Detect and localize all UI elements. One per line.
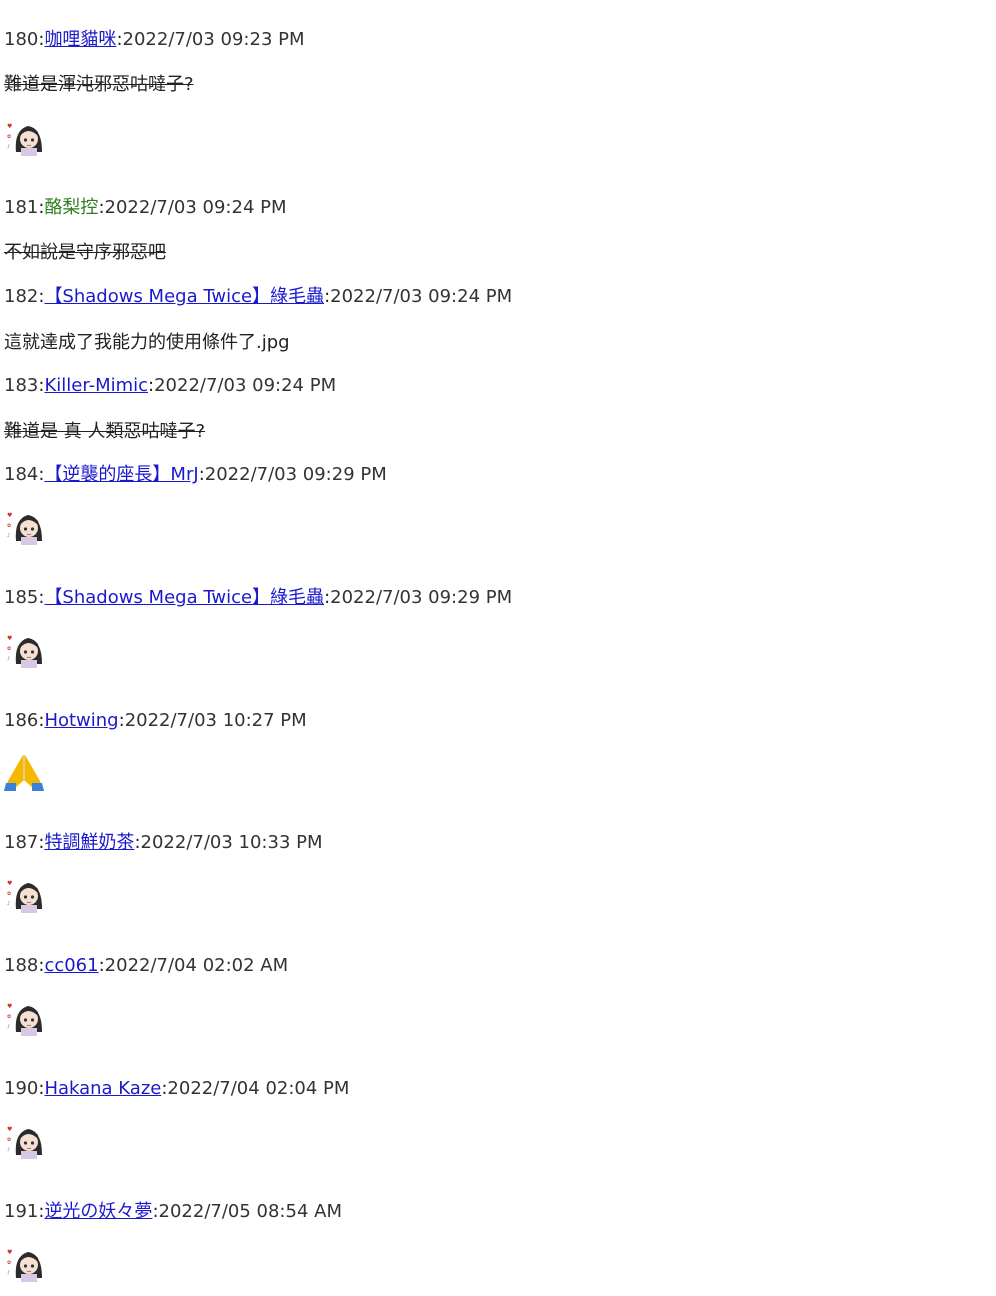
svg-text:♥: ♥ <box>7 512 12 519</box>
post-date: 2022/7/05 08:54 AM <box>158 1201 342 1222</box>
post-188: 188:cc061:2022/7/04 02:02 AM ♥ ✿ ♪ <box>4 954 984 1036</box>
author-link[interactable]: Hotwing <box>44 710 118 731</box>
post-180: 180:咖哩貓咪:2022/7/03 09:23 PM 難道是渾沌邪惡咕噠子? … <box>4 28 984 156</box>
post-number: 191 <box>4 1201 39 1222</box>
svg-text:✿: ✿ <box>7 891 11 897</box>
post-header: 188:cc061:2022/7/04 02:02 AM <box>4 955 289 976</box>
post-date: 2022/7/03 09:24 PM <box>154 375 337 396</box>
svg-text:♥: ♥ <box>7 635 12 642</box>
post-number: 184 <box>4 464 39 485</box>
post-190: 190:Hakana Kaze:2022/7/04 02:04 PM ♥ ✿ ♪ <box>4 1077 984 1159</box>
svg-text:✿: ✿ <box>7 523 11 529</box>
post-text: 這就達成了我能力的使用條件了.jpg <box>4 332 290 353</box>
post-date: 2022/7/04 02:04 PM <box>167 1078 350 1099</box>
post-number: 188 <box>4 955 39 976</box>
post-number: 180 <box>4 29 39 50</box>
post-header: 184:【逆襲的座長】MrJ:2022/7/03 09:29 PM <box>4 464 387 485</box>
svg-text:♪: ♪ <box>7 144 10 150</box>
svg-text:♥: ♥ <box>7 1126 12 1133</box>
svg-text:♥: ♥ <box>7 1003 12 1010</box>
post-number: 183 <box>4 375 39 396</box>
author-link[interactable]: Killer-Mimic <box>44 375 148 396</box>
anime-girl-sticker-icon: ♥ ✿ ♪ <box>7 635 42 668</box>
post-header: 180:咖哩貓咪:2022/7/03 09:23 PM <box>4 29 305 50</box>
author-link[interactable]: 逆光の妖々夢 <box>44 1201 152 1222</box>
author-link[interactable]: 【逆襲的座長】MrJ <box>44 464 198 485</box>
post-date: 2022/7/03 09:29 PM <box>204 464 387 485</box>
post-date: 2022/7/03 10:27 PM <box>124 710 307 731</box>
svg-text:♪: ♪ <box>7 533 10 539</box>
author-link[interactable]: 咖哩貓咪 <box>44 29 116 50</box>
post-header: 185:【Shadows Mega Twice】綠毛蟲:2022/7/03 09… <box>4 587 513 608</box>
svg-text:♪: ♪ <box>7 901 10 907</box>
post-date: 2022/7/03 09:24 PM <box>104 197 287 218</box>
post-185: 185:【Shadows Mega Twice】綠毛蟲:2022/7/03 09… <box>4 586 984 668</box>
svg-text:♪: ♪ <box>7 1024 10 1030</box>
post-number: 187 <box>4 832 39 853</box>
post-header: 183:Killer-Mimic:2022/7/03 09:24 PM <box>4 375 337 396</box>
post-182: 182:【Shadows Mega Twice】綠毛蟲:2022/7/03 09… <box>4 285 984 353</box>
post-184: 184:【逆襲的座長】MrJ:2022/7/03 09:29 PM ♥ ✿ ♪ <box>4 463 984 545</box>
post-date: 2022/7/04 02:02 AM <box>104 955 289 976</box>
svg-text:♥: ♥ <box>7 880 12 887</box>
svg-text:♥: ♥ <box>7 1249 12 1256</box>
post-date: 2022/7/03 10:33 PM <box>140 832 323 853</box>
anime-girl-sticker-icon: ♥ ✿ ♪ <box>7 880 42 913</box>
svg-text:♪: ♪ <box>7 656 10 662</box>
post-181: 181:酪梨控:2022/7/03 09:24 PM 不如說是守序邪惡吧 <box>4 196 984 263</box>
post-date: 2022/7/03 09:29 PM <box>330 587 513 608</box>
post-number: 181 <box>4 197 39 218</box>
svg-text:✿: ✿ <box>7 1137 11 1143</box>
post-191: 191:逆光の妖々夢:2022/7/05 08:54 AM ♥ ✿ ♪ <box>4 1200 984 1282</box>
svg-text:♥: ♥ <box>7 123 12 130</box>
svg-text:♪: ♪ <box>7 1270 10 1276</box>
post-header: 181:酪梨控:2022/7/03 09:24 PM <box>4 197 287 218</box>
post-text: 不如說是守序邪惡吧 <box>4 242 166 263</box>
post-text: 難道是 真 人類惡咕噠子? <box>4 421 205 442</box>
post-number: 182 <box>4 286 39 307</box>
anime-girl-sticker-icon: ♥ ✿ ♪ <box>7 1126 42 1159</box>
post-header: 187:特調鮮奶茶:2022/7/03 10:33 PM <box>4 832 323 853</box>
author-link[interactable]: cc061 <box>44 955 98 976</box>
post-header: 191:逆光の妖々夢:2022/7/05 08:54 AM <box>4 1201 342 1222</box>
anime-girl-sticker-icon: ♥ ✿ ♪ <box>7 1249 42 1282</box>
author-link[interactable]: 【Shadows Mega Twice】綠毛蟲 <box>44 286 324 307</box>
anime-girl-sticker-icon: ♥ ✿ ♪ <box>6 120 42 156</box>
svg-text:✿: ✿ <box>7 134 11 140</box>
post-186: 186:Hotwing:2022/7/03 10:27 PM <box>4 709 984 791</box>
author-link[interactable]: 【Shadows Mega Twice】綠毛蟲 <box>44 587 324 608</box>
svg-text:✿: ✿ <box>7 646 11 652</box>
post-header: 190:Hakana Kaze:2022/7/04 02:04 PM <box>4 1078 350 1099</box>
author-name: 酪梨控 <box>44 197 99 218</box>
svg-text:✿: ✿ <box>7 1014 11 1020</box>
post-text: 難道是渾沌邪惡咕噠子? <box>4 74 194 95</box>
anime-girl-sticker-icon: ♥ ✿ ♪ <box>7 1003 42 1036</box>
post-number: 186 <box>4 710 39 731</box>
post-date: 2022/7/03 09:24 PM <box>330 286 513 307</box>
post-header: 182:【Shadows Mega Twice】綠毛蟲:2022/7/03 09… <box>4 286 513 307</box>
post-date: 2022/7/03 09:23 PM <box>122 29 305 50</box>
post-header: 186:Hotwing:2022/7/03 10:27 PM <box>4 710 307 731</box>
praying-hands-icon <box>4 755 44 791</box>
author-link[interactable]: 特調鮮奶茶 <box>44 832 134 853</box>
svg-text:✿: ✿ <box>7 1260 11 1266</box>
anime-girl-sticker-icon: ♥ ✿ ♪ <box>7 512 42 545</box>
post-number: 185 <box>4 587 39 608</box>
post-187: 187:特調鮮奶茶:2022/7/03 10:33 PM ♥ ✿ ♪ <box>4 831 984 913</box>
svg-text:♪: ♪ <box>7 1147 10 1153</box>
post-number: 190 <box>4 1078 39 1099</box>
author-link[interactable]: Hakana Kaze <box>44 1078 161 1099</box>
post-183: 183:Killer-Mimic:2022/7/03 09:24 PM 難道是 … <box>4 374 984 442</box>
